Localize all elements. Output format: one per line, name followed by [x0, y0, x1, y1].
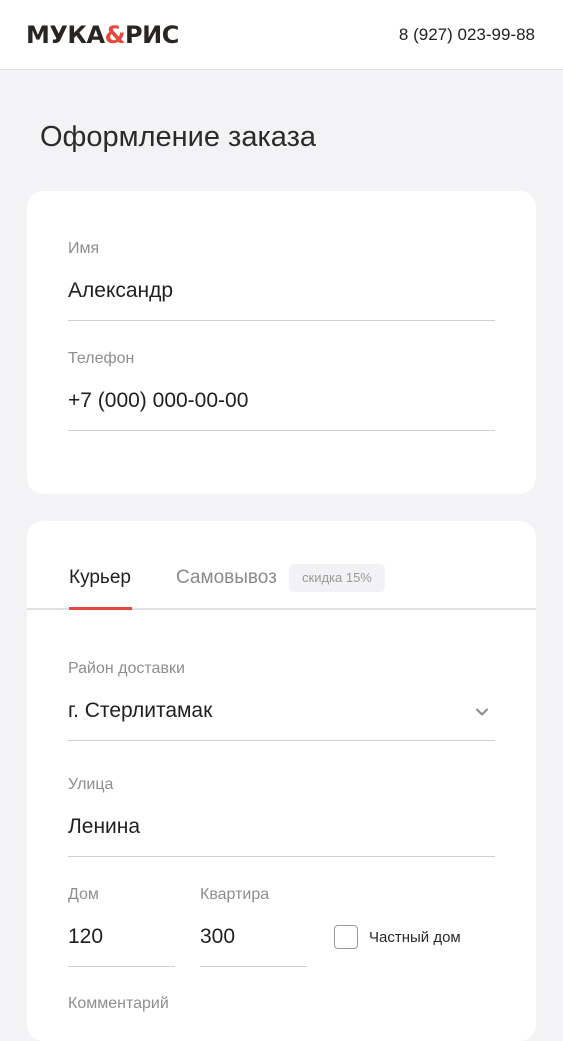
- header: МУКА&РИС 8 (927) 023-99-88: [0, 0, 563, 70]
- logo-right: РИС: [125, 21, 179, 49]
- page-title: Оформление заказа: [40, 121, 317, 153]
- apartment-underline: [200, 966, 307, 967]
- district-underline: [68, 740, 495, 741]
- logo[interactable]: МУКА&РИС: [26, 20, 179, 50]
- apartment-label: Квартира: [200, 886, 270, 903]
- name-underline: [68, 320, 495, 321]
- phone-label: Телефон: [68, 350, 135, 367]
- phone-input[interactable]: +7 (000) 000-00-00: [68, 387, 248, 415]
- logo-left: МУКА: [26, 21, 105, 49]
- phone-underline: [68, 430, 495, 431]
- district-label: Район доставки: [68, 660, 185, 677]
- private-house-label: Частный дом: [369, 929, 461, 946]
- contact-card: Имя Александр Телефон +7 (000) 000-00-00: [27, 191, 536, 494]
- tab-pickup[interactable]: Самовывоз: [176, 566, 277, 590]
- house-underline: [68, 966, 175, 967]
- tab-courier[interactable]: Курьер: [69, 566, 131, 590]
- private-house-checkbox[interactable]: [334, 925, 358, 949]
- name-label: Имя: [68, 240, 100, 257]
- active-tab-indicator: [69, 607, 132, 610]
- street-label: Улица: [68, 776, 114, 793]
- delivery-card: Курьер Самовывоз скидка 15% Район достав…: [27, 521, 536, 1041]
- pickup-discount-badge: скидка 15%: [289, 564, 385, 592]
- chevron-down-icon[interactable]: [475, 705, 489, 719]
- name-input[interactable]: Александр: [68, 277, 173, 305]
- district-value[interactable]: г. Стерлитамак: [68, 697, 212, 725]
- house-label: Дом: [68, 886, 99, 903]
- street-underline: [68, 856, 495, 857]
- delivery-tabs: Курьер Самовывоз скидка 15%: [27, 521, 536, 611]
- apartment-input[interactable]: 300: [200, 923, 235, 951]
- logo-ampersand: &: [104, 21, 126, 49]
- header-phone-link[interactable]: 8 (927) 023-99-88: [399, 24, 535, 46]
- comment-label: Комментарий: [68, 995, 169, 1012]
- street-input[interactable]: Ленина: [68, 813, 140, 841]
- house-input[interactable]: 120: [68, 923, 103, 951]
